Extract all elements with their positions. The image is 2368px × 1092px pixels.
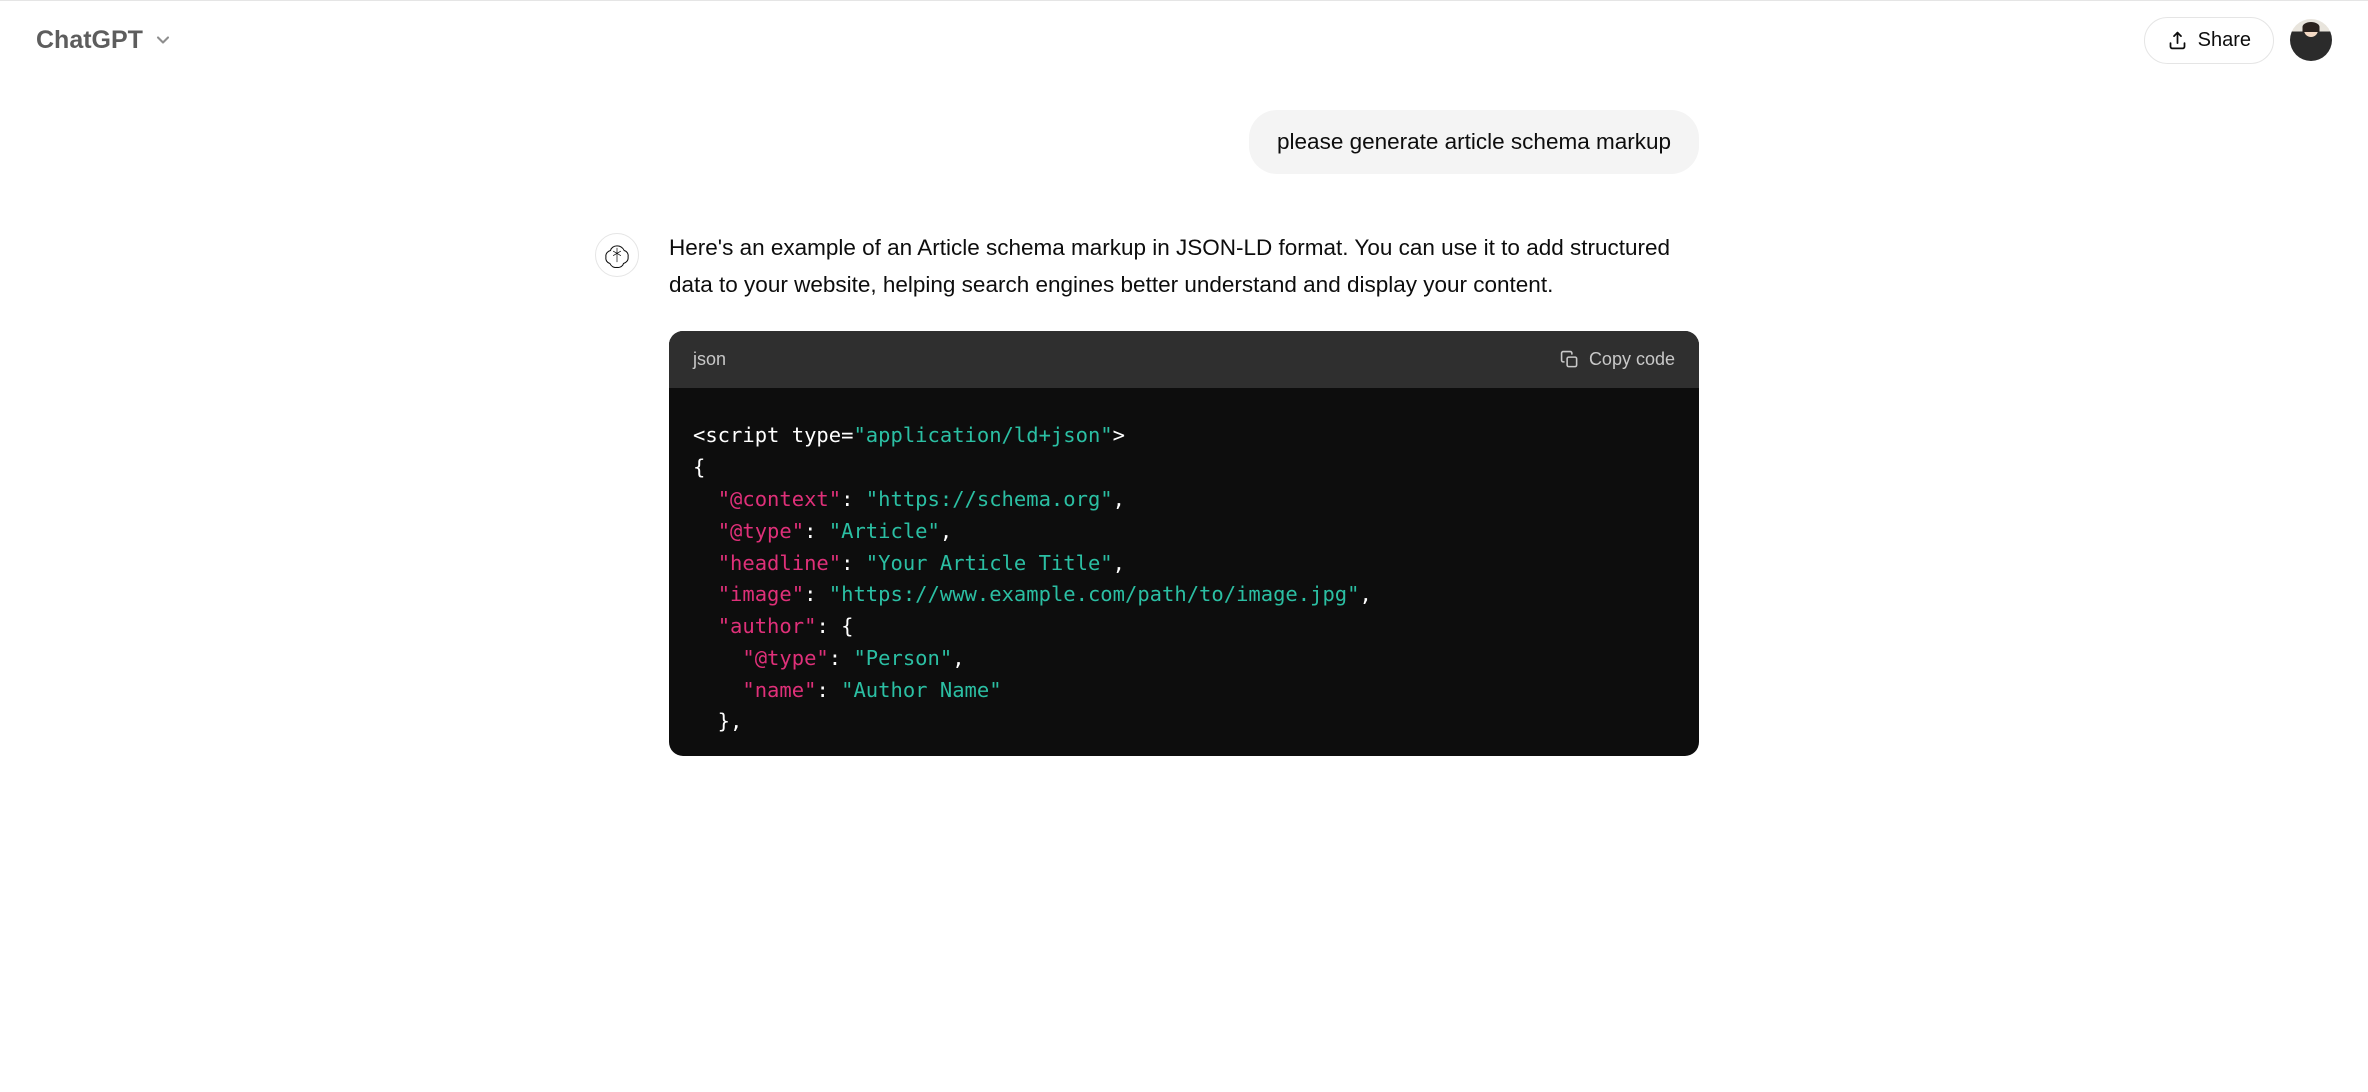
code-token: : bbox=[816, 678, 841, 702]
code-token: { bbox=[693, 455, 705, 479]
code-token: : bbox=[841, 551, 866, 575]
code-token bbox=[693, 551, 718, 575]
code-token: "author" bbox=[718, 614, 817, 638]
user-avatar[interactable] bbox=[2290, 19, 2332, 61]
code-token: , bbox=[952, 646, 964, 670]
code-token: : bbox=[841, 487, 866, 511]
share-button[interactable]: Share bbox=[2144, 17, 2274, 64]
code-block: json Copy code <script type="application… bbox=[669, 331, 1699, 756]
assistant-avatar bbox=[595, 233, 639, 277]
code-token: > bbox=[1113, 423, 1125, 447]
code-token: , bbox=[1113, 551, 1125, 575]
chevron-down-icon bbox=[153, 30, 173, 50]
code-token: "Person" bbox=[853, 646, 952, 670]
code-token: : bbox=[829, 646, 854, 670]
user-message-bubble: please generate article schema markup bbox=[1249, 110, 1699, 174]
code-token: "Author Name" bbox=[841, 678, 1001, 702]
assistant-message-row: Here's an example of an Article schema m… bbox=[669, 229, 1699, 757]
code-token: "@type" bbox=[742, 646, 828, 670]
code-token bbox=[693, 646, 742, 670]
code-token: : { bbox=[816, 614, 853, 638]
model-switcher[interactable]: ChatGPT bbox=[36, 26, 173, 55]
copy-code-button[interactable]: Copy code bbox=[1560, 349, 1675, 370]
code-token bbox=[693, 582, 718, 606]
code-token: <script type= bbox=[693, 423, 853, 447]
openai-logo-icon bbox=[604, 242, 630, 268]
assistant-intro-text: Here's an example of an Article schema m… bbox=[669, 229, 1699, 303]
header-right-group: Share bbox=[2144, 17, 2332, 64]
model-name-label: ChatGPT bbox=[36, 26, 143, 55]
code-token: "@context" bbox=[718, 487, 841, 511]
code-token: , bbox=[940, 519, 952, 543]
assistant-content: Here's an example of an Article schema m… bbox=[669, 229, 1699, 757]
copy-icon bbox=[1560, 350, 1579, 369]
top-divider bbox=[0, 0, 2368, 1]
code-token: , bbox=[1113, 487, 1125, 511]
code-token: }, bbox=[693, 709, 742, 733]
code-token bbox=[693, 678, 742, 702]
code-token: "headline" bbox=[718, 551, 841, 575]
app-header: ChatGPT Share bbox=[0, 0, 2368, 80]
code-token: "Your Article Title" bbox=[866, 551, 1113, 575]
share-label: Share bbox=[2198, 29, 2251, 52]
code-token: : bbox=[804, 582, 829, 606]
code-block-header: json Copy code bbox=[669, 331, 1699, 389]
code-token: : bbox=[804, 519, 829, 543]
share-icon bbox=[2167, 30, 2188, 51]
code-token: "application/ld+json" bbox=[853, 423, 1112, 447]
code-token bbox=[693, 519, 718, 543]
code-token: "Article" bbox=[829, 519, 940, 543]
user-message-text: please generate article schema markup bbox=[1277, 129, 1671, 154]
code-body[interactable]: <script type="application/ld+json"> { "@… bbox=[669, 388, 1699, 756]
code-token: "name" bbox=[742, 678, 816, 702]
code-token: "image" bbox=[718, 582, 804, 606]
copy-code-label: Copy code bbox=[1589, 349, 1675, 370]
code-language-label: json bbox=[693, 345, 726, 375]
code-token: , bbox=[1360, 582, 1372, 606]
code-token: "@type" bbox=[718, 519, 804, 543]
code-token: "https://www.example.com/path/to/image.j… bbox=[829, 582, 1360, 606]
user-message-row: please generate article schema markup bbox=[669, 110, 1699, 174]
code-token: "https://schema.org" bbox=[866, 487, 1113, 511]
code-token bbox=[693, 487, 718, 511]
code-token bbox=[693, 614, 718, 638]
chat-thread: please generate article schema markup He… bbox=[669, 80, 1699, 756]
